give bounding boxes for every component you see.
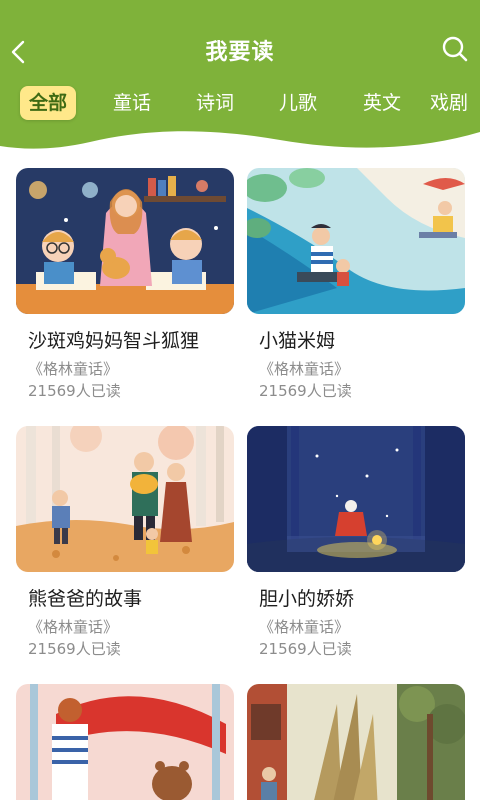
book-card[interactable]: 小猫米姆 《格林童话》 21569人已读: [247, 168, 465, 408]
book-card[interactable]: [247, 684, 465, 800]
book-card[interactable]: 沙斑鸡妈妈智斗狐狸 《格林童话》 21569人已读: [16, 168, 234, 408]
category-tabs: 全部 童话 诗词 儿歌 英文 戏剧: [0, 86, 480, 122]
book-series: 《格林童话》: [259, 618, 350, 636]
book-card[interactable]: 熊爸爸的故事 《格林童话》 21569人已读: [16, 426, 234, 666]
page-title: 我要读: [205, 40, 275, 65]
tab-poetry[interactable]: 诗词: [187, 86, 243, 120]
book-read-count: 21569人已读: [259, 640, 352, 658]
search-icon: [442, 36, 468, 62]
book-card[interactable]: [16, 684, 234, 800]
book-title: 熊爸爸的故事: [28, 588, 143, 610]
book-read-count: 21569人已读: [28, 640, 121, 658]
book-cover: [16, 426, 234, 572]
app-header: 我要读 全部 童话 诗词 儿歌 英文 戏剧: [0, 0, 480, 160]
book-series: 《格林童话》: [28, 618, 119, 636]
tab-drama[interactable]: 戏剧: [430, 86, 480, 120]
tab-nursery-rhymes[interactable]: 儿歌: [270, 86, 326, 120]
book-cover: [247, 684, 465, 800]
book-card[interactable]: 胆小的娇娇 《格林童话》 21569人已读: [247, 426, 465, 666]
book-read-count: 21569人已读: [28, 382, 121, 400]
tab-english[interactable]: 英文: [354, 86, 410, 120]
book-title: 胆小的娇娇: [259, 588, 355, 610]
book-cover: [16, 168, 234, 314]
book-title: 沙斑鸡妈妈智斗狐狸: [28, 330, 200, 352]
book-cover: [247, 168, 465, 314]
book-read-count: 21569人已读: [259, 382, 352, 400]
tab-all[interactable]: 全部: [20, 86, 76, 120]
search-button[interactable]: [440, 34, 470, 64]
book-series: 《格林童话》: [259, 360, 350, 378]
tab-fairy-tales[interactable]: 童话: [104, 86, 160, 120]
book-series: 《格林童话》: [28, 360, 119, 378]
book-cover: [247, 426, 465, 572]
book-title: 小猫米姆: [259, 330, 336, 352]
book-cover: [16, 684, 234, 800]
header-background: [0, 0, 480, 149]
